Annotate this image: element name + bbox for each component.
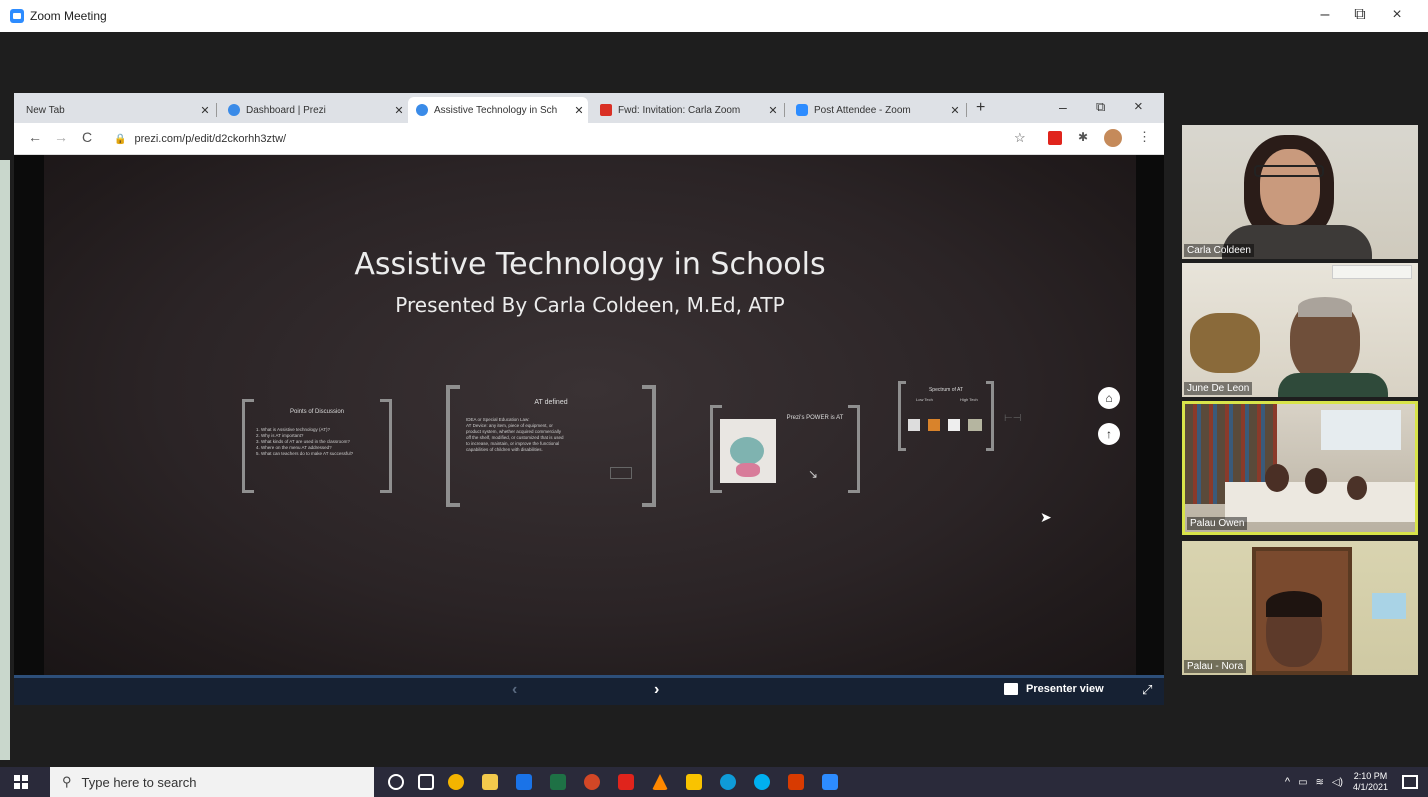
prezi-favicon-icon	[228, 104, 240, 116]
bookmark-star-icon[interactable]: ☆	[1014, 130, 1026, 146]
task-view-icon[interactable]	[418, 774, 434, 790]
next-step-button[interactable]: ›	[654, 681, 659, 699]
mouse-cursor-icon: ➤	[1040, 509, 1052, 525]
file-explorer-icon[interactable]	[482, 774, 498, 790]
participant-name: June De Leon	[1184, 382, 1253, 395]
fullscreen-icon[interactable]: ⤢	[1142, 682, 1152, 698]
browser-minimize-button[interactable]: –	[1059, 99, 1067, 115]
reload-button[interactable]: C	[82, 129, 92, 145]
participant-name: Carla Coldeen	[1184, 244, 1254, 257]
vlc-icon[interactable]	[652, 774, 668, 790]
chalkboard-background: Assistive Technology in Schools Presente…	[44, 155, 1136, 675]
url-text: prezi.com/p/edit/d2ckorhh3ztw/	[134, 133, 287, 145]
acrobat-icon[interactable]	[618, 774, 634, 790]
extensions-puzzle-icon[interactable]: ✱	[1078, 130, 1088, 144]
frame-prezi-power[interactable]: Prezi's POWER is AT ↘	[710, 405, 860, 493]
slide-note-thumbnail	[610, 467, 632, 479]
frame-spectrum-of-at[interactable]: Spectrum of AT Low Tech High Tech	[898, 381, 994, 451]
maximize-button[interactable]: ⧉	[1345, 6, 1375, 24]
zoom-out-button[interactable]: ↑	[1098, 423, 1120, 445]
office-icon[interactable]	[788, 774, 804, 790]
prezi-canvas[interactable]: Assistive Technology in Schools Presente…	[14, 155, 1164, 675]
frame-connector: ⊢⊣	[1004, 413, 1022, 424]
glasses-icon	[1254, 165, 1324, 177]
edge-icon[interactable]	[720, 774, 736, 790]
presenter-view-button[interactable]: Presenter view	[1004, 683, 1104, 695]
pdf-extension-icon[interactable]	[1048, 131, 1062, 145]
background-strip	[0, 160, 10, 760]
close-tab-icon[interactable]: ✕	[196, 104, 214, 117]
wifi-icon[interactable]: ≋	[1316, 777, 1324, 788]
forward-button[interactable]: →	[54, 129, 68, 145]
tab-new-tab[interactable]: New Tab ✕	[18, 97, 214, 123]
participant-name: Palau Owen	[1187, 517, 1248, 530]
windows-start-icon[interactable]	[14, 775, 28, 789]
close-tab-icon[interactable]: ✕	[764, 104, 782, 117]
frame-at-defined[interactable]: AT defined IDEA or Special Education Law…	[446, 385, 656, 507]
presenter-view-icon	[1004, 683, 1018, 695]
outlook-icon[interactable]	[516, 774, 532, 790]
close-tab-icon[interactable]: ✕	[946, 104, 964, 117]
arrow-icon: ↘	[808, 467, 819, 481]
close-tab-icon[interactable]: ✕	[390, 104, 408, 117]
slide-subtitle: Presented By Carla Coldeen, M.Ed, ATP	[395, 293, 785, 317]
tab-gmail-invitation[interactable]: Fwd: Invitation: Carla Zoom ✕	[592, 97, 782, 123]
powerpoint-icon[interactable]	[584, 774, 600, 790]
tab-dashboard-prezi[interactable]: Dashboard | Prezi ✕	[220, 97, 408, 123]
tray-chevron-icon[interactable]: ^	[1285, 776, 1290, 788]
chrome-icon[interactable]	[448, 774, 464, 790]
zoom-title-bar: Zoom Meeting – ⧉ ×	[0, 0, 1428, 32]
prezi-navigation-bar: ‹ › Presenter view ⤢	[14, 675, 1164, 705]
close-tab-icon[interactable]: ✕	[570, 104, 588, 117]
back-button[interactable]: ←	[28, 129, 42, 145]
home-view-button[interactable]: ⌂	[1098, 387, 1120, 409]
frame-points-of-discussion[interactable]: Points of Discussion 1. What is Assistiv…	[242, 399, 392, 493]
new-tab-button[interactable]: +	[976, 99, 985, 117]
browser-menu-icon[interactable]: ⋮	[1138, 129, 1151, 145]
shared-screen-browser: New Tab ✕ Dashboard | Prezi ✕ Assistive …	[14, 93, 1164, 705]
taskbar-search-box[interactable]: ⚲ Type here to search	[50, 767, 374, 797]
previous-step-button[interactable]: ‹	[512, 681, 517, 699]
tab-zoom-post-attendee[interactable]: Post Attendee - Zoom ✕	[788, 97, 964, 123]
notifications-icon[interactable]	[1402, 775, 1418, 789]
network-icon[interactable]: ▭	[1298, 777, 1307, 788]
sticky-notes-icon[interactable]	[686, 774, 702, 790]
windows-taskbar: ⚲ Type here to search ^ ▭ ≋ ◁) 2:10 PM 4…	[0, 767, 1428, 797]
search-icon: ⚲	[62, 774, 72, 789]
skype-icon[interactable]	[754, 774, 770, 790]
gmail-favicon-icon	[600, 104, 612, 116]
browser-close-button[interactable]: ×	[1134, 98, 1143, 115]
browser-tab-strip: New Tab ✕ Dashboard | Prezi ✕ Assistive …	[14, 93, 1164, 123]
participant-tile[interactable]: Carla Coldeen	[1182, 125, 1418, 259]
zoom-favicon-icon	[796, 104, 808, 116]
minimize-button[interactable]: –	[1310, 6, 1340, 24]
slide-title: Assistive Technology in Schools	[354, 247, 826, 282]
prezi-favicon-icon	[416, 104, 428, 116]
tab-assistive-technology[interactable]: Assistive Technology in Sch ✕	[408, 97, 588, 123]
zoom-window-title: Zoom Meeting	[30, 9, 107, 23]
address-bar[interactable]: 🔒 prezi.com/p/edit/d2ckorhh3ztw/	[114, 128, 1034, 150]
volume-icon[interactable]: ◁)	[1332, 777, 1343, 788]
excel-icon[interactable]	[550, 774, 566, 790]
zoom-app-icon	[10, 9, 24, 23]
participant-name: Palau - Nora	[1184, 660, 1247, 673]
zoom-taskbar-icon[interactable]	[822, 774, 838, 790]
lock-icon: 🔒	[114, 133, 127, 145]
profile-avatar-icon[interactable]	[1104, 129, 1122, 147]
browser-restore-button[interactable]: ⧉	[1096, 99, 1105, 115]
participant-tile[interactable]: Palau - Nora	[1182, 541, 1418, 675]
participant-tile[interactable]: June De Leon	[1182, 263, 1418, 397]
close-window-button[interactable]: ×	[1382, 6, 1412, 24]
clock[interactable]: 2:10 PM 4/1/2021	[1353, 771, 1388, 793]
cortana-icon[interactable]	[388, 774, 404, 790]
slide-photo-thumbnail	[720, 419, 776, 483]
system-tray: ^ ▭ ≋ ◁) 2:10 PM 4/1/2021	[1285, 767, 1428, 797]
participant-tile-active-speaker[interactable]: Palau Owen	[1182, 401, 1418, 535]
browser-toolbar: ← → C 🔒 prezi.com/p/edit/d2ckorhh3ztw/ ☆…	[14, 123, 1164, 155]
